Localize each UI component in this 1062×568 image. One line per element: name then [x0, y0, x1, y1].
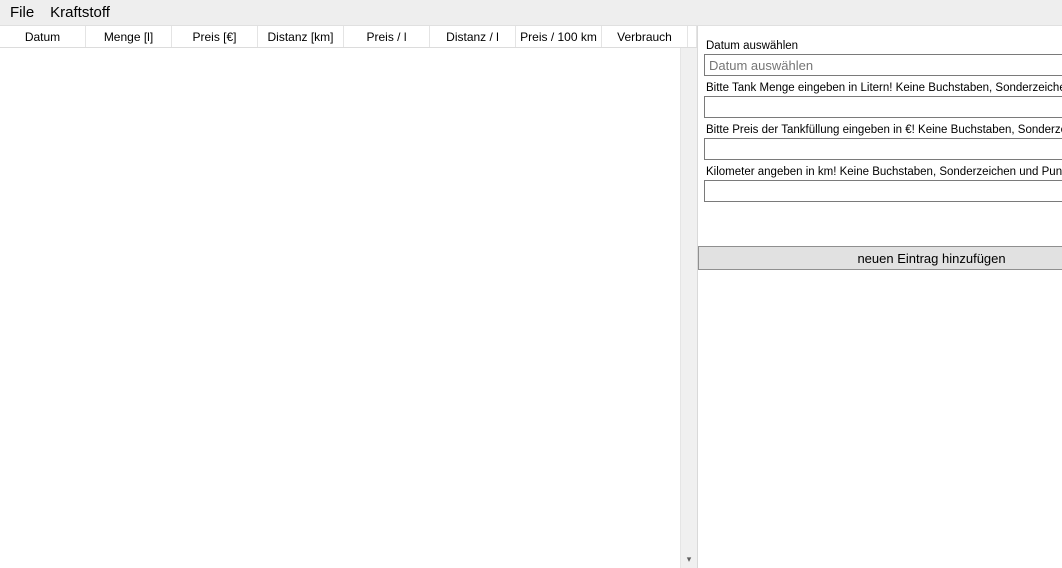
vertical-scrollbar[interactable]: ▾: [680, 48, 697, 568]
date-input[interactable]: [704, 54, 1062, 76]
scroll-down-button[interactable]: ▾: [681, 551, 697, 568]
form-spacer: [698, 202, 1062, 246]
data-grid-pane: Datum Menge [l] Preis [€] Distanz [km] P…: [0, 26, 698, 568]
scrollbar-track[interactable]: [681, 48, 697, 551]
column-header-verbrauch[interactable]: Verbrauch: [602, 26, 688, 47]
column-header-distanz-l[interactable]: Distanz / l: [430, 26, 516, 47]
menge-label: Bitte Tank Menge eingeben in Litern! Kei…: [706, 82, 1062, 94]
column-header-distanz[interactable]: Distanz [km]: [258, 26, 344, 47]
column-header-preis-l[interactable]: Preis / l: [344, 26, 430, 47]
menu-file[interactable]: File: [4, 2, 44, 23]
content-area: Datum Menge [l] Preis [€] Distanz [km] P…: [0, 26, 1062, 568]
column-header-preis-100[interactable]: Preis / 100 km: [516, 26, 602, 47]
add-entry-button[interactable]: neuen Eintrag hinzufügen: [698, 246, 1062, 270]
column-header-datum[interactable]: Datum: [0, 26, 86, 47]
column-header-preis[interactable]: Preis [€]: [172, 26, 258, 47]
menu-bar: File Kraftstoff: [0, 0, 1062, 26]
grid-header-row: Datum Menge [l] Preis [€] Distanz [km] P…: [0, 26, 697, 48]
grid-body: [0, 48, 697, 568]
entry-form-pane: Datum auswählen 15 Bitte Tank Menge eing…: [698, 26, 1062, 568]
km-label: Kilometer angeben in km! Keine Buchstabe…: [706, 166, 1062, 178]
date-label: Datum auswählen: [706, 40, 1062, 52]
preis-label: Bitte Preis der Tankfüllung eingeben in …: [706, 124, 1062, 136]
km-input[interactable]: [704, 180, 1062, 202]
date-picker[interactable]: 15: [704, 54, 1062, 76]
menu-kraftstoff[interactable]: Kraftstoff: [44, 2, 120, 23]
column-header-filler: [688, 26, 697, 47]
preis-input[interactable]: [704, 138, 1062, 160]
chevron-down-icon: ▾: [687, 554, 692, 565]
menge-input[interactable]: [704, 96, 1062, 118]
column-header-menge[interactable]: Menge [l]: [86, 26, 172, 47]
